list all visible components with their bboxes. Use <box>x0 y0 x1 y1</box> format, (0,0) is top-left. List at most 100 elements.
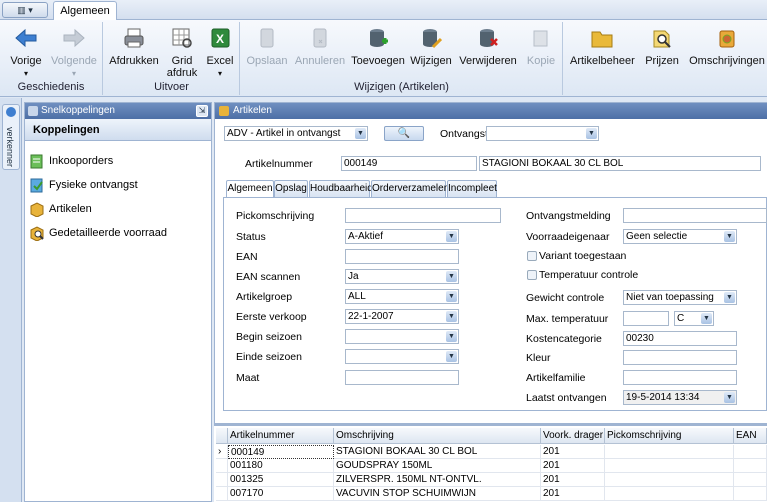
ean-scannen-select[interactable]: Ja ▼ <box>345 269 459 284</box>
begin-seizoen-select[interactable]: ▼ <box>345 329 459 344</box>
maat-field[interactable] <box>345 370 459 385</box>
table-cell[interactable]: 201 <box>541 459 605 473</box>
eerste-verkoop-date[interactable]: 22-1-2007 ▼ <box>345 309 459 324</box>
link-artikelen[interactable]: Artikelen <box>29 199 92 219</box>
row-indicator <box>216 459 228 473</box>
volgende-button[interactable]: Volgende ▾ <box>50 26 98 80</box>
max-temperatuur-label: Max. temperatuur <box>526 313 609 325</box>
column-header-ean[interactable]: EAN <box>734 428 767 444</box>
artikelen-panel-header: Artikelen <box>215 103 767 119</box>
chevron-down-icon: ▼ <box>701 313 712 324</box>
ontvangst-select[interactable]: ▼ <box>486 126 599 141</box>
omschrijvingen-button[interactable]: Omschrijvingen <box>688 26 766 67</box>
laatst-ontvangen-field[interactable]: 19-5-2014 13:34 ▼ <box>623 390 737 405</box>
table-cell[interactable] <box>734 445 767 459</box>
refresh-icon <box>6 107 16 117</box>
tab-algemeen[interactable]: Algemeen <box>226 180 274 198</box>
tab-incompleet[interactable]: Incompleet <box>447 180 497 197</box>
artikelfamilie-field[interactable] <box>623 370 737 385</box>
wijzigen-button[interactable]: Wijzigen <box>409 26 453 67</box>
verwijderen-button[interactable]: Verwijderen <box>457 26 519 67</box>
variant-toegestaan-label: Variant toegestaan <box>539 250 627 262</box>
database-edit-icon <box>418 26 444 50</box>
column-header-artikelnummer[interactable]: Artikelnummer <box>228 428 334 444</box>
table-cell[interactable]: 201 <box>541 487 605 501</box>
ean-field[interactable] <box>345 249 459 264</box>
table-cell[interactable]: 201 <box>541 445 605 459</box>
verkenner-tab[interactable]: verkenner <box>2 104 20 170</box>
excel-button[interactable]: X Excel ▾ <box>204 26 236 80</box>
table-cell[interactable]: VACUVIN STOP SCHUIMWIJN <box>334 487 541 501</box>
table-cell[interactable]: 001180 <box>228 459 334 473</box>
ontvangstmelding-field[interactable] <box>623 208 767 223</box>
einde-seizoen-select[interactable]: ▼ <box>345 349 459 364</box>
table-cell[interactable] <box>605 487 734 501</box>
shortcuts-panel: Snelkoppelingen ⇲ Koppelingen Inkooporde… <box>24 102 212 502</box>
link-fysieke-ontvangst[interactable]: Fysieke ontvangst <box>29 175 138 195</box>
table-cell[interactable] <box>734 473 767 487</box>
vorige-button[interactable]: Vorige ▾ <box>6 26 46 80</box>
kostencategorie-field[interactable]: 00230 <box>623 331 737 346</box>
column-header-voork-drager[interactable]: Voork. drager <box>541 428 605 444</box>
artikelfamilie-label: Artikelfamilie <box>526 372 586 384</box>
table-cell[interactable]: 000149 <box>228 445 334 459</box>
chevron-down-icon: ▼ <box>446 351 457 362</box>
artikelbeheer-button[interactable]: Artikelbeheer <box>570 26 635 67</box>
table-cell[interactable] <box>734 459 767 473</box>
arrow-right-icon <box>61 26 87 50</box>
chevron-down-icon: ▼ <box>446 231 457 242</box>
group-label: Uitvoer <box>154 81 189 93</box>
tab-houdbaarheid[interactable]: Houdbaarheid <box>309 180 373 197</box>
annuleren-button[interactable]: Annuleren <box>293 26 347 67</box>
artikelnummer-field[interactable]: 000149 <box>341 156 477 171</box>
table-cell[interactable] <box>605 473 734 487</box>
tab-opslag[interactable]: Opslag <box>274 180 308 197</box>
table-cell[interactable]: STAGIONI BOKAAL 30 CL BOL <box>334 445 541 459</box>
gewicht-controle-select[interactable]: Niet van toepassing ▼ <box>623 290 737 305</box>
omschrijving-field[interactable]: STAGIONI BOKAAL 30 CL BOL <box>479 156 761 171</box>
voorraadeigenaar-select[interactable]: Geen selectie ▼ <box>623 229 737 244</box>
einde-seizoen-label: Einde seizoen <box>236 351 302 363</box>
row-indicator <box>216 487 228 501</box>
temperatuur-controle-checkbox[interactable] <box>527 270 537 280</box>
table-cell[interactable]: 007170 <box>228 487 334 501</box>
pickomschrijving-field[interactable] <box>345 208 501 223</box>
pin-icon[interactable]: ⇲ <box>196 105 208 117</box>
kleur-field[interactable] <box>623 350 737 365</box>
table-cell[interactable]: 001325 <box>228 473 334 487</box>
tab-orderverzamelen[interactable]: Orderverzamelen <box>371 180 449 197</box>
toevoegen-button[interactable]: Toevoegen <box>351 26 405 67</box>
group-label: Geschiedenis <box>17 81 85 93</box>
variant-toegestaan-checkbox[interactable] <box>527 251 537 261</box>
search-icon: 🔍 <box>397 128 411 139</box>
afdrukken-button[interactable]: Afdrukken <box>108 26 160 67</box>
kopie-button[interactable]: Kopie <box>523 26 559 67</box>
max-temperatuur-field[interactable] <box>623 311 669 326</box>
column-header-pickomschrijving[interactable]: Pickomschrijving <box>605 428 734 444</box>
table-cell[interactable] <box>605 459 734 473</box>
box-icon <box>29 201 45 218</box>
prijzen-button[interactable]: Prijzen <box>640 26 684 67</box>
table-cell[interactable] <box>605 445 734 459</box>
column-header-omschrijving[interactable]: Omschrijving <box>334 428 541 444</box>
maat-label: Maat <box>236 372 260 384</box>
application-menu-button[interactable]: ▥ ▾ <box>2 2 48 18</box>
table-cell[interactable]: ZILVERSPR. 150ML NT-ONTVL. <box>334 473 541 487</box>
temperatuur-unit-select[interactable]: C ▼ <box>674 311 714 326</box>
descriptions-icon <box>714 26 740 50</box>
filter-select[interactable]: ADV - Artikel in ontvangst ▼ <box>224 126 368 141</box>
table-cell[interactable]: 201 <box>541 473 605 487</box>
table-cell[interactable] <box>734 487 767 501</box>
laatst-ontvangen-label: Laatst ontvangen <box>526 392 607 404</box>
link-inkooporders[interactable]: Inkooporders <box>29 151 113 171</box>
artikelgroep-select[interactable]: ALL ▼ <box>345 289 459 304</box>
ribbon-tab-algemeen[interactable]: Algemeen <box>53 1 117 21</box>
search-button[interactable]: 🔍 <box>384 126 424 141</box>
opslaan-button[interactable]: Opslaan <box>245 26 289 67</box>
grid-afdruk-button[interactable]: Grid afdruk <box>164 26 200 79</box>
table-cell[interactable]: GOUDSPRAY 150ML <box>334 459 541 473</box>
cancel-icon <box>307 26 333 50</box>
koppelingen-header: Koppelingen <box>25 119 211 141</box>
link-gedetailleerde-voorraad[interactable]: Gedetailleerde voorraad <box>29 223 167 243</box>
status-select[interactable]: A-Aktief ▼ <box>345 229 459 244</box>
